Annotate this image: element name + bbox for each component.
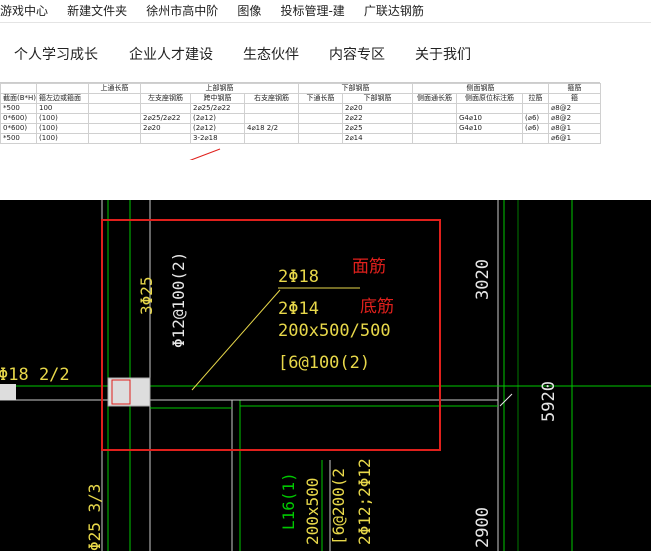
section-annotation: 200x500/500 — [278, 321, 391, 341]
left-col-stirrup-annotation: Φ12@100(2) — [169, 252, 188, 348]
bookmark-item[interactable]: 图像 — [237, 5, 261, 17]
left-col-annotation: 3Φ25 — [137, 276, 156, 315]
site-nav: 个人学习成长 企业人才建设 生态伙伴 内容专区 关于我们 — [0, 23, 651, 81]
dimension-mid: 5920 — [539, 381, 559, 422]
nav-item-about[interactable]: 关于我们 — [415, 44, 471, 64]
bookmark-item[interactable]: 投标管理-建 — [280, 5, 344, 17]
table-row: 0*600) (100) 2⌀25/2⌀22 (2⌀12) 2⌀22 G4⌀10 (⌀… — [0, 113, 601, 124]
group-upper: 上部钢筋 — [140, 83, 299, 94]
column-header: 拉筋 — [522, 93, 549, 104]
dimension-top: 3020 — [473, 259, 493, 300]
column-header: 下部钢筋 — [342, 93, 413, 104]
column-header: 右支座钢筋 — [244, 93, 299, 104]
beam-section-annotation: 200x500 — [303, 478, 322, 545]
bookmark-item[interactable]: 游戏中心 — [0, 5, 48, 17]
face-bar-label: 面筋 — [352, 257, 386, 277]
column-header: 箍 — [548, 93, 601, 104]
bookmark-item[interactable]: 广联达钢筋 — [364, 5, 424, 17]
bottom-bar-label: 底筋 — [360, 297, 394, 317]
top-bar-annotation: 2Φ18 — [278, 267, 319, 287]
bookmark-item[interactable]: 新建文件夹 — [67, 5, 127, 17]
stirrup-annotation: [6@100(2) — [278, 353, 370, 373]
column-header: 箍左边或箍面 — [36, 93, 89, 104]
beam-name-annotation: L16(1) — [279, 472, 298, 530]
beam-stirrup-annotation: [6@200(2 — [329, 468, 348, 545]
bookmark-item[interactable]: 徐州市高中阶 — [146, 5, 218, 17]
bottom-left-annotation: Φ25 3/3 — [85, 484, 104, 551]
nav-item-talent[interactable]: 企业人才建设 — [129, 44, 213, 64]
nav-item-partners[interactable]: 生态伙伴 — [243, 44, 299, 64]
cad-drawing: 2Φ18 2Φ14 200x500/500 [6@100(2) 面筋 底筋 3Φ… — [0, 200, 651, 551]
column-header: 跨中钢筋 — [190, 93, 245, 104]
column-header: 侧面通长筋 — [412, 93, 457, 104]
rebar-table: 上通长筋 上部钢筋 下部钢筋 侧面钢筋 箍筋 截面(B*H) 箍左边或箍面 左支… — [0, 82, 601, 173]
page-spacer — [0, 160, 651, 200]
cad-canvas: 2Φ18 2Φ14 200x500/500 [6@100(2) 面筋 底筋 3Φ… — [0, 200, 651, 551]
table-header: 截面(B*H) 箍左边或箍面 左支座钢筋 跨中钢筋 右支座钢筋 下通长筋 下部钢… — [0, 93, 601, 104]
left-edge-annotation: Φ18 2/2 — [0, 365, 70, 385]
column-header: 左支座钢筋 — [140, 93, 191, 104]
column-header: 侧面原位标注筋 — [456, 93, 523, 104]
nav-item-learning[interactable]: 个人学习成长 — [14, 44, 98, 64]
group-lower: 下部钢筋 — [298, 83, 413, 94]
group-side: 侧面钢筋 — [412, 83, 549, 94]
table-group-header: 上通长筋 上部钢筋 下部钢筋 侧面钢筋 箍筋 — [0, 83, 601, 94]
group-stirrup: 箍筋 — [548, 83, 601, 94]
table-row: 0*600) (100) 2⌀20 (2⌀12) 4⌀18 2/2 2⌀25 G4⌀… — [0, 123, 601, 134]
group-top-through: 上通长筋 — [88, 83, 141, 94]
nav-item-content[interactable]: 内容专区 — [329, 44, 385, 64]
table-row: *500 (100) 3-2⌀18 2⌀14 ⌀6@1 — [0, 133, 601, 144]
bottom-bar-annotation: 2Φ14 — [278, 299, 319, 319]
beam-bar-annotation: 2Φ12;2Φ12 — [355, 458, 374, 545]
table-row: *500 100 2⌀25/2⌀22 2⌀20 ⌀8@2 — [0, 103, 601, 114]
dimension-bottom: 2900 — [473, 507, 493, 548]
bookmarks-bar: 游戏中心 新建文件夹 徐州市高中阶 图像 投标管理-建 广联达钢筋 — [0, 0, 651, 23]
column-header: 下通长筋 — [298, 93, 343, 104]
column-header: 截面(B*H) — [0, 93, 37, 104]
